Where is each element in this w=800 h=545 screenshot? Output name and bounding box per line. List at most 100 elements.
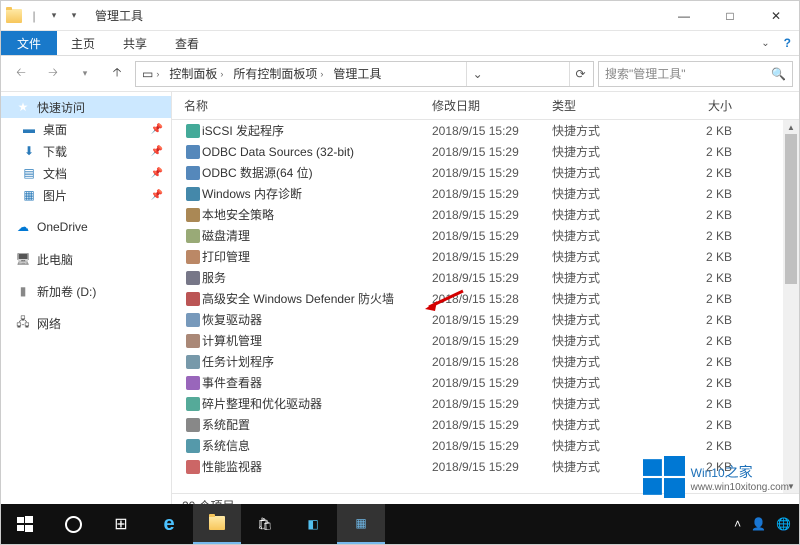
column-type[interactable]: 类型	[552, 97, 672, 114]
shortcut-icon	[184, 312, 202, 328]
file-type: 快捷方式	[552, 227, 672, 244]
file-row[interactable]: 磁盘清理2018/9/15 15:29快捷方式2 KB	[172, 225, 799, 246]
up-button[interactable]: 🡡	[103, 60, 131, 88]
breadcrumb-item[interactable]: 管理工具	[329, 65, 385, 82]
shortcut-icon	[184, 438, 202, 454]
vertical-scrollbar[interactable]: ▲ ▼	[783, 120, 799, 493]
file-name: 打印管理	[202, 248, 432, 265]
sidebar-item-documents[interactable]: ▤ 文档 📌	[1, 162, 171, 184]
file-row[interactable]: iSCSI 发起程序2018/9/15 15:29快捷方式2 KB	[172, 120, 799, 141]
system-tray[interactable]: ˄ 👤 🌐	[734, 517, 799, 531]
close-button[interactable]: ✕	[753, 1, 799, 31]
file-row[interactable]: 本地安全策略2018/9/15 15:29快捷方式2 KB	[172, 204, 799, 225]
forward-button[interactable]: 🡢	[39, 60, 67, 88]
column-name[interactable]: 名称	[184, 97, 432, 114]
file-row[interactable]: 恢复驱动器2018/9/15 15:29快捷方式2 KB	[172, 309, 799, 330]
windows-logo-icon	[643, 456, 685, 498]
search-input[interactable]: 搜索"管理工具" 🔍	[598, 61, 793, 87]
search-placeholder: 搜索"管理工具"	[605, 65, 686, 82]
file-name: 事件查看器	[202, 374, 432, 391]
breadcrumb-item[interactable]: 所有控制面板项 ›	[229, 65, 327, 82]
taskbar-app-icon[interactable]: ◧	[289, 504, 337, 544]
file-name: 任务计划程序	[202, 353, 432, 370]
file-row[interactable]: 系统配置2018/9/15 15:29快捷方式2 KB	[172, 414, 799, 435]
sidebar-volume-d[interactable]: ▮ 新加卷 (D:)	[1, 280, 171, 302]
file-type: 快捷方式	[552, 416, 672, 433]
file-date: 2018/9/15 15:29	[432, 208, 552, 222]
search-icon[interactable]: 🔍	[771, 67, 786, 81]
file-type: 快捷方式	[552, 206, 672, 223]
file-type: 快捷方式	[552, 290, 672, 307]
watermark: Win10之家 www.win10xitong.com	[643, 456, 789, 498]
shortcut-icon	[184, 333, 202, 349]
file-type: 快捷方式	[552, 395, 672, 412]
tray-chevron-icon[interactable]: ˄	[734, 517, 741, 531]
file-size: 2 KB	[672, 313, 732, 327]
taskbar-explorer-icon[interactable]	[193, 504, 241, 544]
breadcrumb-box[interactable]: ▭ › 控制面板 › 所有控制面板项 › 管理工具 ⌄ ⟳	[135, 61, 594, 87]
file-row[interactable]: Windows 内存诊断2018/9/15 15:29快捷方式2 KB	[172, 183, 799, 204]
taskbar-edge-icon[interactable]: e	[145, 504, 193, 544]
folder-icon	[5, 7, 23, 25]
help-icon[interactable]: ?	[784, 36, 791, 50]
cortana-button[interactable]	[49, 504, 97, 544]
tab-share[interactable]: 共享	[109, 31, 161, 55]
address-dropdown-icon[interactable]: ⌄	[466, 62, 488, 86]
file-row[interactable]: 计算机管理2018/9/15 15:29快捷方式2 KB	[172, 330, 799, 351]
quick-access-toolbar: | ▾ ▾	[1, 7, 87, 25]
file-date: 2018/9/15 15:29	[432, 439, 552, 453]
taskbar: ⊞ e 🛍 ◧ ▦ ˄ 👤 🌐	[1, 504, 799, 544]
file-row[interactable]: 任务计划程序2018/9/15 15:28快捷方式2 KB	[172, 351, 799, 372]
file-row[interactable]: 打印管理2018/9/15 15:29快捷方式2 KB	[172, 246, 799, 267]
sidebar-onedrive[interactable]: ☁ OneDrive	[1, 216, 171, 238]
qat-dropdown-icon[interactable]: ▾	[45, 7, 63, 25]
file-row[interactable]: ODBC 数据源(64 位)2018/9/15 15:29快捷方式2 KB	[172, 162, 799, 183]
refresh-icon[interactable]: ⟳	[569, 62, 591, 86]
maximize-button[interactable]: □	[707, 1, 753, 31]
taskbar-control-panel-icon[interactable]: ▦	[337, 504, 385, 544]
scroll-up-icon[interactable]: ▲	[783, 120, 799, 134]
qat-overflow-icon[interactable]: ▾	[65, 7, 83, 25]
file-size: 2 KB	[672, 418, 732, 432]
file-size: 2 KB	[672, 397, 732, 411]
column-size[interactable]: 大小	[672, 97, 732, 114]
ribbon-expand-icon[interactable]: ⌄	[761, 38, 769, 49]
sidebar-quick-access[interactable]: ★ 快速访问	[1, 96, 171, 118]
tab-home[interactable]: 主页	[57, 31, 109, 55]
file-row[interactable]: 事件查看器2018/9/15 15:29快捷方式2 KB	[172, 372, 799, 393]
file-row[interactable]: 系统信息2018/9/15 15:29快捷方式2 KB	[172, 435, 799, 456]
task-view-button[interactable]: ⊞	[97, 504, 145, 544]
minimize-button[interactable]: —	[661, 1, 707, 31]
file-type: 快捷方式	[552, 437, 672, 454]
title-bar: | ▾ ▾ 管理工具 — □ ✕	[1, 1, 799, 31]
shortcut-icon	[184, 459, 202, 475]
scrollbar-thumb[interactable]	[785, 134, 797, 284]
taskbar-store-icon[interactable]: 🛍	[241, 504, 289, 544]
column-headers[interactable]: 名称 修改日期 类型 大小	[172, 92, 799, 120]
sidebar-item-desktop[interactable]: ▬ 桌面 📌	[1, 118, 171, 140]
tray-network-icon[interactable]: 🌐	[776, 517, 791, 531]
file-row[interactable]: 服务2018/9/15 15:29快捷方式2 KB	[172, 267, 799, 288]
shortcut-icon	[184, 123, 202, 139]
file-date: 2018/9/15 15:29	[432, 376, 552, 390]
navigation-pane: ★ 快速访问 ▬ 桌面 📌 ⬇ 下载 📌 ▤ 文档 📌 ▦ 图片 📌 ☁ One…	[1, 92, 172, 517]
file-row[interactable]: ODBC Data Sources (32-bit)2018/9/15 15:2…	[172, 141, 799, 162]
file-size: 2 KB	[672, 187, 732, 201]
tray-people-icon[interactable]: 👤	[751, 517, 766, 531]
tab-view[interactable]: 查看	[161, 31, 213, 55]
file-row[interactable]: 高级安全 Windows Defender 防火墙2018/9/15 15:28…	[172, 288, 799, 309]
sidebar-item-pictures[interactable]: ▦ 图片 📌	[1, 184, 171, 206]
shortcut-icon	[184, 270, 202, 286]
back-button[interactable]: 🡠	[7, 60, 35, 88]
sidebar-this-pc[interactable]: 🖥 此电脑	[1, 248, 171, 270]
sidebar-network[interactable]: 🖧 网络	[1, 312, 171, 334]
start-button[interactable]	[1, 504, 49, 544]
sidebar-item-downloads[interactable]: ⬇ 下载 📌	[1, 140, 171, 162]
watermark-url: www.win10xitong.com	[691, 482, 789, 493]
breadcrumb-item[interactable]: 控制面板 ›	[165, 65, 227, 82]
file-row[interactable]: 碎片整理和优化驱动器2018/9/15 15:29快捷方式2 KB	[172, 393, 799, 414]
column-date[interactable]: 修改日期	[432, 97, 552, 114]
recent-dropdown-icon[interactable]: ▾	[71, 60, 99, 88]
breadcrumb-root-icon[interactable]: ▭ ›	[138, 67, 163, 81]
file-tab[interactable]: 文件	[1, 31, 57, 55]
